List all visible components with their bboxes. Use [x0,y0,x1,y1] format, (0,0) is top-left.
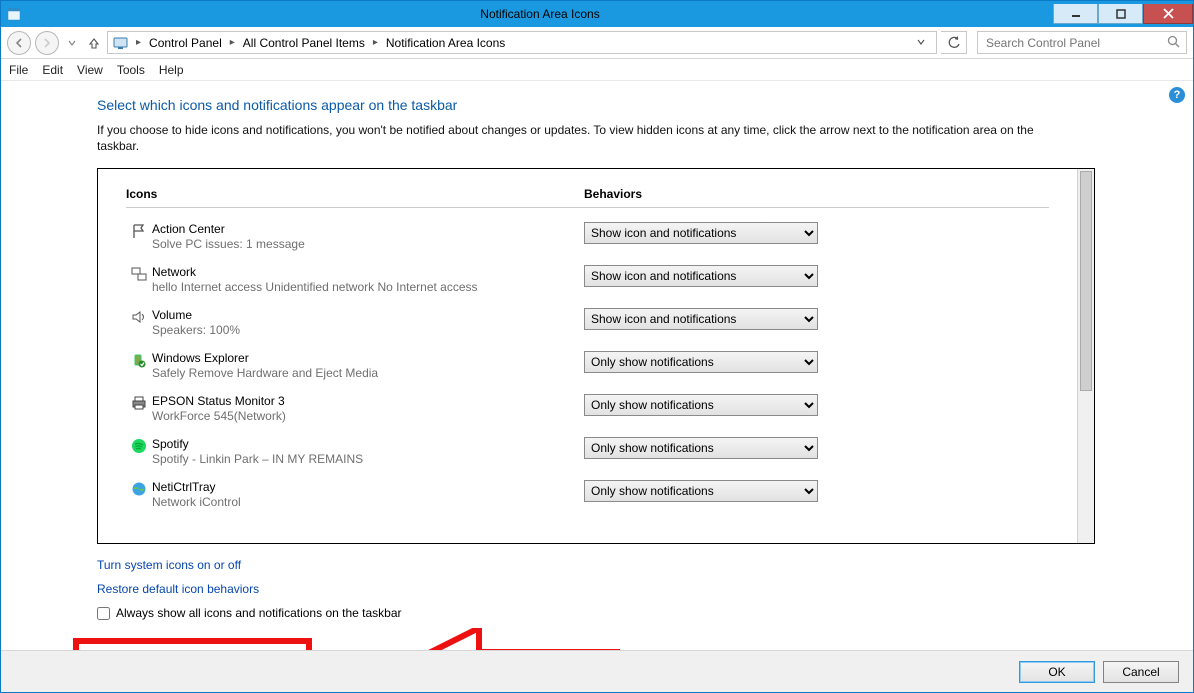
item-name: Windows Explorer [152,351,584,365]
close-button[interactable] [1143,4,1193,24]
list-item: Spotify Spotify - Linkin Park – IN MY RE… [126,431,1049,474]
network-icon [126,265,152,282]
menu-bar: File Edit View Tools Help [1,59,1193,81]
breadcrumb-item-control-panel[interactable]: Control Panel [147,36,224,50]
column-headers: Icons Behaviors [126,187,1049,208]
spotify-icon [126,437,152,454]
search-input[interactable] [984,35,1167,51]
printer-icon [126,394,152,411]
menu-help[interactable]: Help [159,63,184,77]
always-show-row: Always show all icons and notifications … [97,606,1155,620]
back-button[interactable] [7,31,31,55]
window-controls [1053,4,1193,24]
flag-icon [126,222,152,239]
list-item: Network hello Internet access Unidentifi… [126,259,1049,302]
help-icon[interactable]: ? [1169,87,1185,103]
search-icon [1167,35,1180,51]
navigation-bar: ▸ Control Panel ▸ All Control Panel Item… [1,27,1193,59]
breadcrumb-separator-icon: ▸ [226,37,239,48]
breadcrumb-separator-icon: ▸ [369,37,382,48]
breadcrumb-separator-icon: ▸ [132,37,145,48]
item-sub: WorkForce 545(Network) [152,409,584,423]
list-item: EPSON Status Monitor 3 WorkForce 545(Net… [126,388,1049,431]
list-item: NetiCtrlTray Network iControl Only show … [126,474,1049,517]
behavior-select[interactable]: Show icon and notifications [584,222,818,244]
control-panel-icon [112,34,130,52]
menu-view[interactable]: View [77,63,103,77]
link-restore-defaults[interactable]: Restore default icon behaviors [97,582,1155,596]
menu-file[interactable]: File [9,63,28,77]
item-name: Spotify [152,437,584,451]
chevron-down-history-icon[interactable] [63,38,81,48]
icons-list-panel: Icons Behaviors Action Center Solve PC i… [97,168,1095,544]
usb-eject-icon [126,351,152,368]
column-header-behaviors: Behaviors [584,187,642,201]
breadcrumb-item-current[interactable]: Notification Area Icons [384,36,507,50]
link-system-icons[interactable]: Turn system icons on or off [97,558,1155,572]
behavior-select[interactable]: Only show notifications [584,437,818,459]
item-name: NetiCtrlTray [152,480,584,494]
behavior-select[interactable]: Only show notifications [584,480,818,502]
always-show-label: Always show all icons and notifications … [116,606,402,620]
item-name: Network [152,265,584,279]
item-sub: Network iControl [152,495,584,509]
ok-button[interactable]: OK [1019,661,1095,683]
titlebar: Notification Area Icons [1,1,1193,27]
page-title: Select which icons and notifications app… [97,97,1155,113]
item-name: Action Center [152,222,584,236]
maximize-button[interactable] [1098,4,1143,24]
dialog-footer: OK Cancel [1,650,1193,692]
behavior-select[interactable]: Show icon and notifications [584,308,818,330]
item-name: EPSON Status Monitor 3 [152,394,584,408]
item-sub: hello Internet access Unidentified netwo… [152,280,584,294]
item-sub: Safely Remove Hardware and Eject Media [152,366,584,380]
list-item: Action Center Solve PC issues: 1 message… [126,216,1049,259]
item-name: Volume [152,308,584,322]
refresh-button[interactable] [941,31,967,54]
list-item: Windows Explorer Safely Remove Hardware … [126,345,1049,388]
volume-icon [126,308,152,325]
globe-icon [126,480,152,497]
cancel-button[interactable]: Cancel [1103,661,1179,683]
behavior-select[interactable]: Only show notifications [584,351,818,373]
page-description: If you choose to hide icons and notifica… [97,123,1077,154]
links-section: Turn system icons on or off Restore defa… [97,558,1155,596]
search-box[interactable] [977,31,1187,54]
minimize-button[interactable] [1053,4,1098,24]
behavior-select[interactable]: Only show notifications [584,394,818,416]
icons-list-inner: Icons Behaviors Action Center Solve PC i… [98,169,1077,543]
item-sub: Speakers: 100% [152,323,584,337]
menu-edit[interactable]: Edit [42,63,63,77]
system-menu-icon[interactable] [1,1,27,27]
behavior-select[interactable]: Show icon and notifications [584,265,818,287]
list-item: Volume Speakers: 100% Show icon and noti… [126,302,1049,345]
annotation-arrow-icon [71,628,631,650]
up-button[interactable] [85,36,103,50]
window-title: Notification Area Icons [27,7,1053,21]
scrollbar[interactable] [1077,169,1094,543]
column-header-icons: Icons [126,187,584,201]
breadcrumb-item-all-items[interactable]: All Control Panel Items [241,36,367,50]
content-area: ? Select which icons and notifications a… [1,81,1193,650]
scrollbar-thumb[interactable] [1080,171,1092,391]
breadcrumb-dropdown-icon[interactable] [910,36,932,50]
forward-button[interactable] [35,31,59,55]
item-sub: Solve PC issues: 1 message [152,237,584,251]
menu-tools[interactable]: Tools [117,63,145,77]
control-panel-window: Notification Area Icons ▸ Control Panel … [0,0,1194,693]
breadcrumb[interactable]: ▸ Control Panel ▸ All Control Panel Item… [107,31,937,54]
always-show-checkbox[interactable] [97,607,110,620]
item-sub: Spotify - Linkin Park – IN MY REMAINS [152,452,584,466]
